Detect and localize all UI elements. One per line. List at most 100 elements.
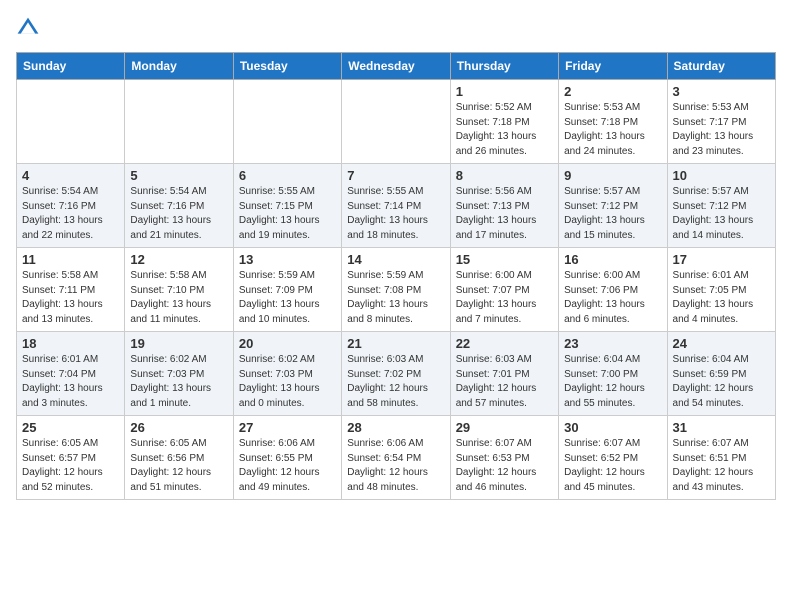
day-info: Sunrise: 6:00 AMSunset: 7:07 PMDaylight:… — [456, 269, 553, 327]
weekday-header: Friday — [559, 53, 667, 80]
day-info: Sunrise: 5:59 AMSunset: 7:09 PMDaylight:… — [239, 269, 336, 327]
calendar-header-row: SundayMondayTuesdayWednesdayThursdayFrid… — [17, 53, 776, 80]
calendar-cell: 29 Sunrise: 6:07 AMSunset: 6:53 PMDayligh… — [450, 416, 558, 500]
day-number: 12 — [130, 252, 227, 267]
day-info: Sunrise: 6:04 AMSunset: 7:00 PMDaylight:… — [564, 353, 661, 411]
day-number: 30 — [564, 420, 661, 435]
day-number: 5 — [130, 168, 227, 183]
weekday-header: Saturday — [667, 53, 775, 80]
calendar-cell: 17 Sunrise: 6:01 AMSunset: 7:05 PMDayligh… — [667, 248, 775, 332]
calendar-cell: 1 Sunrise: 5:52 AMSunset: 7:18 PMDaylight… — [450, 80, 558, 164]
calendar-cell: 21 Sunrise: 6:03 AMSunset: 7:02 PMDayligh… — [342, 332, 450, 416]
day-info: Sunrise: 6:07 AMSunset: 6:51 PMDaylight:… — [673, 437, 770, 495]
day-number: 21 — [347, 336, 444, 351]
day-info: Sunrise: 6:05 AMSunset: 6:56 PMDaylight:… — [130, 437, 227, 495]
day-number: 6 — [239, 168, 336, 183]
day-info: Sunrise: 6:07 AMSunset: 6:53 PMDaylight:… — [456, 437, 553, 495]
day-info: Sunrise: 5:57 AMSunset: 7:12 PMDaylight:… — [673, 185, 770, 243]
day-info: Sunrise: 5:57 AMSunset: 7:12 PMDaylight:… — [564, 185, 661, 243]
day-number: 16 — [564, 252, 661, 267]
calendar-cell: 31Sunrise: 6:07 AMSunset: 6:51 PMDayligh… — [667, 416, 775, 500]
calendar-cell — [233, 80, 341, 164]
weekday-header: Wednesday — [342, 53, 450, 80]
calendar-cell: 9 Sunrise: 5:57 AMSunset: 7:12 PMDaylight… — [559, 164, 667, 248]
calendar-cell: 5 Sunrise: 5:54 AMSunset: 7:16 PMDaylight… — [125, 164, 233, 248]
calendar-cell: 6 Sunrise: 5:55 AMSunset: 7:15 PMDaylight… — [233, 164, 341, 248]
day-info: Sunrise: 5:54 AMSunset: 7:16 PMDaylight:… — [130, 185, 227, 243]
page-header — [16, 16, 776, 40]
day-number: 13 — [239, 252, 336, 267]
calendar-cell: 8 Sunrise: 5:56 AMSunset: 7:13 PMDaylight… — [450, 164, 558, 248]
calendar-cell: 12 Sunrise: 5:58 AMSunset: 7:10 PMDayligh… — [125, 248, 233, 332]
calendar-cell: 19Sunrise: 6:02 AMSunset: 7:03 PMDayligh… — [125, 332, 233, 416]
day-info: Sunrise: 6:01 AMSunset: 7:04 PMDaylight:… — [22, 353, 119, 411]
day-number: 19 — [130, 336, 227, 351]
calendar-week-row: 25Sunrise: 6:05 AMSunset: 6:57 PMDayligh… — [17, 416, 776, 500]
calendar-cell: 25Sunrise: 6:05 AMSunset: 6:57 PMDayligh… — [17, 416, 125, 500]
day-number: 22 — [456, 336, 553, 351]
day-info: Sunrise: 5:55 AMSunset: 7:14 PMDaylight:… — [347, 185, 444, 243]
day-info: Sunrise: 5:52 AMSunset: 7:18 PMDaylight:… — [456, 101, 553, 159]
calendar-cell: 30 Sunrise: 6:07 AMSunset: 6:52 PMDayligh… — [559, 416, 667, 500]
weekday-header: Sunday — [17, 53, 125, 80]
calendar-cell: 4 Sunrise: 5:54 AMSunset: 7:16 PMDaylight… — [17, 164, 125, 248]
calendar-cell: 2Sunrise: 5:53 AMSunset: 7:18 PMDaylight… — [559, 80, 667, 164]
day-info: Sunrise: 5:55 AMSunset: 7:15 PMDaylight:… — [239, 185, 336, 243]
calendar-week-row: 11 Sunrise: 5:58 AMSunset: 7:11 PMDayligh… — [17, 248, 776, 332]
calendar-cell: 3 Sunrise: 5:53 AMSunset: 7:17 PMDaylight… — [667, 80, 775, 164]
weekday-header: Thursday — [450, 53, 558, 80]
calendar-week-row: 18Sunrise: 6:01 AMSunset: 7:04 PMDayligh… — [17, 332, 776, 416]
day-info: Sunrise: 6:04 AMSunset: 6:59 PMDaylight:… — [673, 353, 770, 411]
day-number: 25 — [22, 420, 119, 435]
weekday-header: Monday — [125, 53, 233, 80]
day-info: Sunrise: 5:58 AMSunset: 7:10 PMDaylight:… — [130, 269, 227, 327]
logo — [16, 16, 44, 40]
day-info: Sunrise: 6:07 AMSunset: 6:52 PMDaylight:… — [564, 437, 661, 495]
day-number: 4 — [22, 168, 119, 183]
day-number: 27 — [239, 420, 336, 435]
day-number: 28 — [347, 420, 444, 435]
calendar-cell: 16Sunrise: 6:00 AMSunset: 7:06 PMDayligh… — [559, 248, 667, 332]
calendar-cell — [125, 80, 233, 164]
day-number: 7 — [347, 168, 444, 183]
calendar-cell: 15Sunrise: 6:00 AMSunset: 7:07 PMDayligh… — [450, 248, 558, 332]
day-number: 1 — [456, 84, 553, 99]
calendar-cell: 27Sunrise: 6:06 AMSunset: 6:55 PMDayligh… — [233, 416, 341, 500]
weekday-header: Tuesday — [233, 53, 341, 80]
day-info: Sunrise: 6:01 AMSunset: 7:05 PMDaylight:… — [673, 269, 770, 327]
calendar-cell: 28 Sunrise: 6:06 AMSunset: 6:54 PMDayligh… — [342, 416, 450, 500]
day-info: Sunrise: 6:06 AMSunset: 6:54 PMDaylight:… — [347, 437, 444, 495]
calendar-cell: 14 Sunrise: 5:59 AMSunset: 7:08 PMDayligh… — [342, 248, 450, 332]
day-info: Sunrise: 5:53 AMSunset: 7:18 PMDaylight:… — [564, 101, 661, 159]
day-info: Sunrise: 6:03 AMSunset: 7:02 PMDaylight:… — [347, 353, 444, 411]
day-number: 9 — [564, 168, 661, 183]
day-number: 26 — [130, 420, 227, 435]
day-info: Sunrise: 5:56 AMSunset: 7:13 PMDaylight:… — [456, 185, 553, 243]
day-number: 11 — [22, 252, 119, 267]
day-info: Sunrise: 5:59 AMSunset: 7:08 PMDaylight:… — [347, 269, 444, 327]
calendar-cell — [17, 80, 125, 164]
calendar-week-row: 1 Sunrise: 5:52 AMSunset: 7:18 PMDaylight… — [17, 80, 776, 164]
calendar-cell: 24Sunrise: 6:04 AMSunset: 6:59 PMDayligh… — [667, 332, 775, 416]
calendar-cell: 26 Sunrise: 6:05 AMSunset: 6:56 PMDayligh… — [125, 416, 233, 500]
day-number: 14 — [347, 252, 444, 267]
day-number: 10 — [673, 168, 770, 183]
calendar-cell — [342, 80, 450, 164]
day-number: 3 — [673, 84, 770, 99]
day-number: 29 — [456, 420, 553, 435]
day-number: 17 — [673, 252, 770, 267]
calendar-cell: 7 Sunrise: 5:55 AMSunset: 7:14 PMDaylight… — [342, 164, 450, 248]
calendar-cell: 18Sunrise: 6:01 AMSunset: 7:04 PMDayligh… — [17, 332, 125, 416]
day-info: Sunrise: 5:54 AMSunset: 7:16 PMDaylight:… — [22, 185, 119, 243]
calendar-cell: 20Sunrise: 6:02 AMSunset: 7:03 PMDayligh… — [233, 332, 341, 416]
calendar-cell: 11 Sunrise: 5:58 AMSunset: 7:11 PMDayligh… — [17, 248, 125, 332]
day-number: 23 — [564, 336, 661, 351]
logo-icon — [16, 16, 40, 40]
calendar-cell: 23 Sunrise: 6:04 AMSunset: 7:00 PMDayligh… — [559, 332, 667, 416]
calendar-cell: 10 Sunrise: 5:57 AMSunset: 7:12 PMDayligh… — [667, 164, 775, 248]
day-number: 8 — [456, 168, 553, 183]
day-info: Sunrise: 5:53 AMSunset: 7:17 PMDaylight:… — [673, 101, 770, 159]
day-info: Sunrise: 6:02 AMSunset: 7:03 PMDaylight:… — [239, 353, 336, 411]
calendar-cell: 22Sunrise: 6:03 AMSunset: 7:01 PMDayligh… — [450, 332, 558, 416]
day-info: Sunrise: 5:58 AMSunset: 7:11 PMDaylight:… — [22, 269, 119, 327]
